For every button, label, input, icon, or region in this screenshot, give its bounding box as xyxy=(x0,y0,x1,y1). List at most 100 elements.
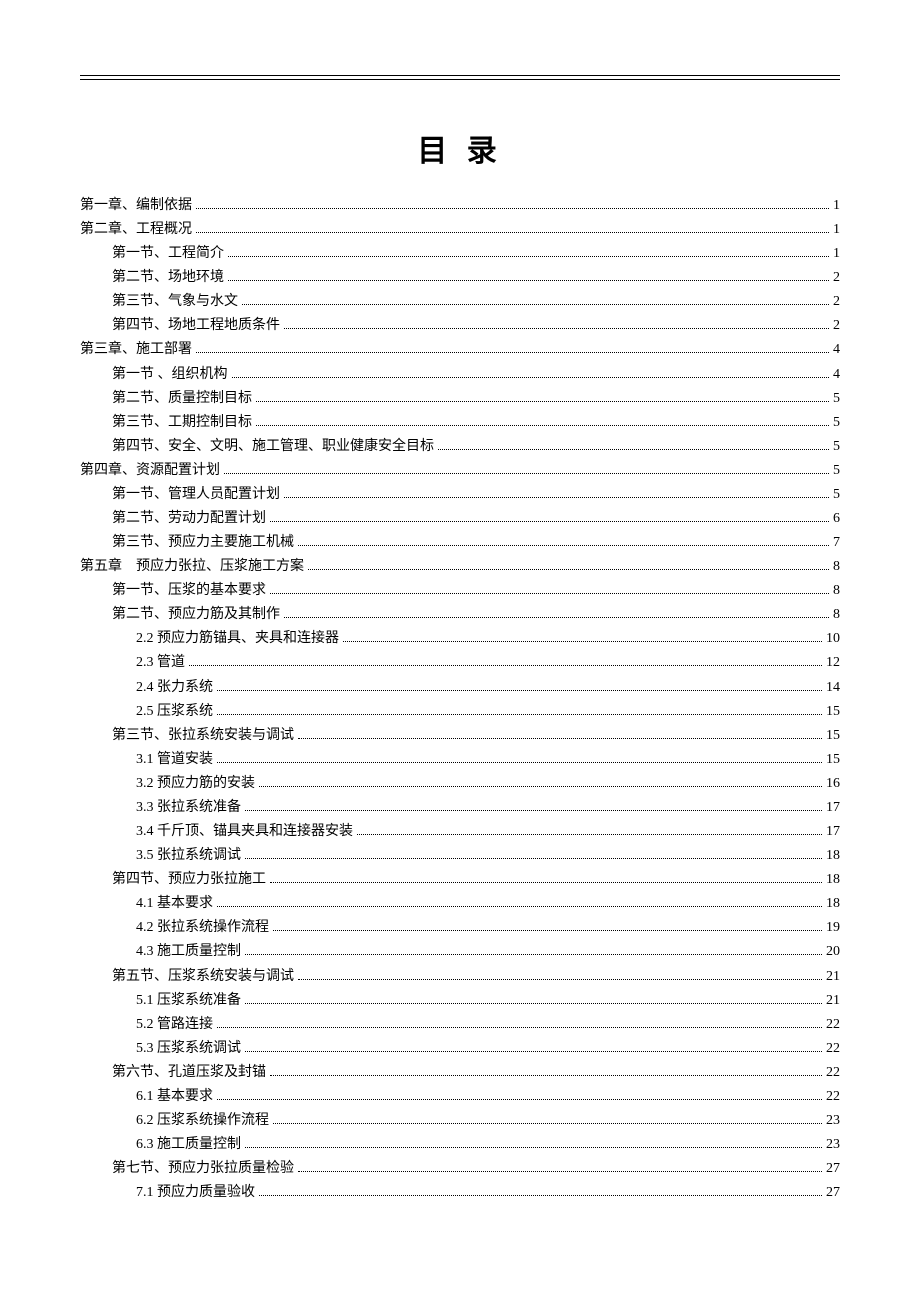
toc-entry-page: 10 xyxy=(826,627,840,651)
toc-entry[interactable]: 第二节、场地环境2 xyxy=(80,266,840,290)
toc-entry-page: 2 xyxy=(833,290,840,314)
toc-entry[interactable]: 6.2 压浆系统操作流程23 xyxy=(80,1109,840,1133)
toc-leader-dots xyxy=(196,208,829,209)
table-of-contents: 第一章、编制依据1第二章、工程概况1第一节、工程简介1第二节、场地环境2第三节、… xyxy=(80,194,840,1205)
toc-entry-page: 21 xyxy=(826,965,840,989)
toc-leader-dots xyxy=(217,762,822,763)
toc-entry[interactable]: 3.5 张拉系统调试18 xyxy=(80,844,840,868)
toc-entry-page: 22 xyxy=(826,1037,840,1061)
toc-entry[interactable]: 4.2 张拉系统操作流程19 xyxy=(80,916,840,940)
toc-entry[interactable]: 3.3 张拉系统准备17 xyxy=(80,796,840,820)
toc-leader-dots xyxy=(284,497,829,498)
toc-entry[interactable]: 第二节、劳动力配置计划6 xyxy=(80,507,840,531)
toc-entry[interactable]: 第一节、压浆的基本要求8 xyxy=(80,579,840,603)
toc-entry-page: 22 xyxy=(826,1085,840,1109)
toc-leader-dots xyxy=(228,280,829,281)
toc-leader-dots xyxy=(196,352,829,353)
toc-entry[interactable]: 第二章、工程概况1 xyxy=(80,218,840,242)
toc-leader-dots xyxy=(224,473,829,474)
toc-entry[interactable]: 2.4 张力系统 14 xyxy=(80,676,840,700)
toc-entry-label: 7.1 预应力质量验收 xyxy=(136,1181,255,1205)
header-rule-top xyxy=(80,75,840,76)
toc-entry-label: 第四节、安全、文明、施工管理、职业健康安全目标 xyxy=(112,435,434,459)
toc-entry[interactable]: 4.3 施工质量控制20 xyxy=(80,940,840,964)
toc-entry-label: 第四章、资源配置计划 xyxy=(80,459,220,483)
toc-leader-dots xyxy=(308,569,829,570)
toc-leader-dots xyxy=(245,1051,822,1052)
toc-entry-page: 19 xyxy=(826,916,840,940)
toc-entry-page: 15 xyxy=(826,724,840,748)
toc-entry-label: 3.4 千斤顶、锚具夹具和连接器安装 xyxy=(136,820,353,844)
toc-entry-label: 第二节、质量控制目标 xyxy=(112,387,252,411)
toc-entry-label: 第二节、场地环境 xyxy=(112,266,224,290)
toc-entry-label: 3.1 管道安装 xyxy=(136,748,213,772)
toc-entry[interactable]: 5.3 压浆系统调试22 xyxy=(80,1037,840,1061)
toc-leader-dots xyxy=(438,449,829,450)
toc-entry[interactable]: 5.1 压浆系统准备21 xyxy=(80,989,840,1013)
toc-leader-dots xyxy=(298,545,829,546)
toc-entry-label: 第三节、气象与水文 xyxy=(112,290,238,314)
toc-entry-label: 6.1 基本要求 xyxy=(136,1085,213,1109)
toc-entry-label: 第四节、场地工程地质条件 xyxy=(112,314,280,338)
toc-entry-label: 第三章、施工部署 xyxy=(80,338,192,362)
toc-entry-label: 第二章、工程概况 xyxy=(80,218,192,242)
toc-entry[interactable]: 6.3 施工质量控制23 xyxy=(80,1133,840,1157)
toc-entry-label: 第二节、预应力筋及其制作 xyxy=(112,603,280,627)
toc-entry[interactable]: 第四节、预应力张拉施工 18 xyxy=(80,868,840,892)
toc-entry-label: 第七节、预应力张拉质量检验 xyxy=(112,1157,294,1181)
toc-entry[interactable]: 第六节、孔道压浆及封锚22 xyxy=(80,1061,840,1085)
toc-entry[interactable]: 6.1 基本要求 22 xyxy=(80,1085,840,1109)
toc-entry[interactable]: 2.5 压浆系统15 xyxy=(80,700,840,724)
toc-entry-label: 第一节 、组织机构 xyxy=(112,363,228,387)
toc-entry[interactable]: 第三节、工期控制目标5 xyxy=(80,411,840,435)
toc-entry-page: 7 xyxy=(833,531,840,555)
toc-entry[interactable]: 5.2 管路连接22 xyxy=(80,1013,840,1037)
toc-entry[interactable]: 3.4 千斤顶、锚具夹具和连接器安装17 xyxy=(80,820,840,844)
toc-entry[interactable]: 第三章、施工部署4 xyxy=(80,338,840,362)
toc-entry[interactable]: 第四节、安全、文明、施工管理、职业健康安全目标5 xyxy=(80,435,840,459)
toc-entry[interactable]: 第二节、质量控制目标 5 xyxy=(80,387,840,411)
toc-entry-page: 5 xyxy=(833,483,840,507)
toc-entry[interactable]: 第一节、管理人员配置计划5 xyxy=(80,483,840,507)
toc-entry[interactable]: 第一节、工程简介1 xyxy=(80,242,840,266)
toc-entry-page: 5 xyxy=(833,387,840,411)
toc-leader-dots xyxy=(217,1099,822,1100)
toc-entry[interactable]: 7.1 预应力质量验收27 xyxy=(80,1181,840,1205)
toc-entry-label: 2.4 张力系统 xyxy=(136,676,213,700)
toc-entry-label: 3.5 张拉系统调试 xyxy=(136,844,241,868)
toc-entry[interactable]: 2.3 管道12 xyxy=(80,651,840,675)
toc-entry[interactable]: 第二节、预应力筋及其制作8 xyxy=(80,603,840,627)
toc-entry[interactable]: 第四节、场地工程地质条件2 xyxy=(80,314,840,338)
toc-leader-dots xyxy=(245,1003,822,1004)
toc-entry-label: 6.2 压浆系统操作流程 xyxy=(136,1109,269,1133)
toc-entry-page: 14 xyxy=(826,676,840,700)
toc-entry[interactable]: 第一章、编制依据1 xyxy=(80,194,840,218)
toc-leader-dots xyxy=(270,521,829,522)
toc-entry-label: 第五章 预应力张拉、压浆施工方案 xyxy=(80,555,304,579)
toc-entry[interactable]: 3.2 预应力筋的安装16 xyxy=(80,772,840,796)
toc-entry-label: 第四节、预应力张拉施工 xyxy=(112,868,266,892)
toc-entry[interactable]: 4.1 基本要求18 xyxy=(80,892,840,916)
toc-entry-label: 2.2 预应力筋锚具、夹具和连接器 xyxy=(136,627,339,651)
toc-leader-dots xyxy=(245,954,822,955)
toc-entry[interactable]: 第三节、张拉系统安装与调试15 xyxy=(80,724,840,748)
toc-entry[interactable]: 第五章 预应力张拉、压浆施工方案8 xyxy=(80,555,840,579)
document-page: 目 录 第一章、编制依据1第二章、工程概况1第一节、工程简介1第二节、场地环境2… xyxy=(0,0,920,1265)
toc-leader-dots xyxy=(343,641,822,642)
toc-entry[interactable]: 第七节、预应力张拉质量检验27 xyxy=(80,1157,840,1181)
toc-entry[interactable]: 第一节 、组织机构4 xyxy=(80,363,840,387)
toc-entry-label: 4.3 施工质量控制 xyxy=(136,940,241,964)
toc-entry[interactable]: 3.1 管道安装15 xyxy=(80,748,840,772)
toc-entry[interactable]: 第三节、气象与水文 2 xyxy=(80,290,840,314)
toc-entry-label: 5.2 管路连接 xyxy=(136,1013,213,1037)
toc-entry[interactable]: 2.2 预应力筋锚具、夹具和连接器 10 xyxy=(80,627,840,651)
toc-entry[interactable]: 第三节、预应力主要施工机械7 xyxy=(80,531,840,555)
toc-entry-page: 12 xyxy=(826,651,840,675)
toc-leader-dots xyxy=(259,1195,822,1196)
toc-leader-dots xyxy=(245,858,822,859)
toc-entry-page: 18 xyxy=(826,868,840,892)
toc-leader-dots xyxy=(245,1147,822,1148)
toc-entry-label: 4.1 基本要求 xyxy=(136,892,213,916)
toc-entry[interactable]: 第五节、压浆系统安装与调试21 xyxy=(80,965,840,989)
toc-entry[interactable]: 第四章、资源配置计划5 xyxy=(80,459,840,483)
